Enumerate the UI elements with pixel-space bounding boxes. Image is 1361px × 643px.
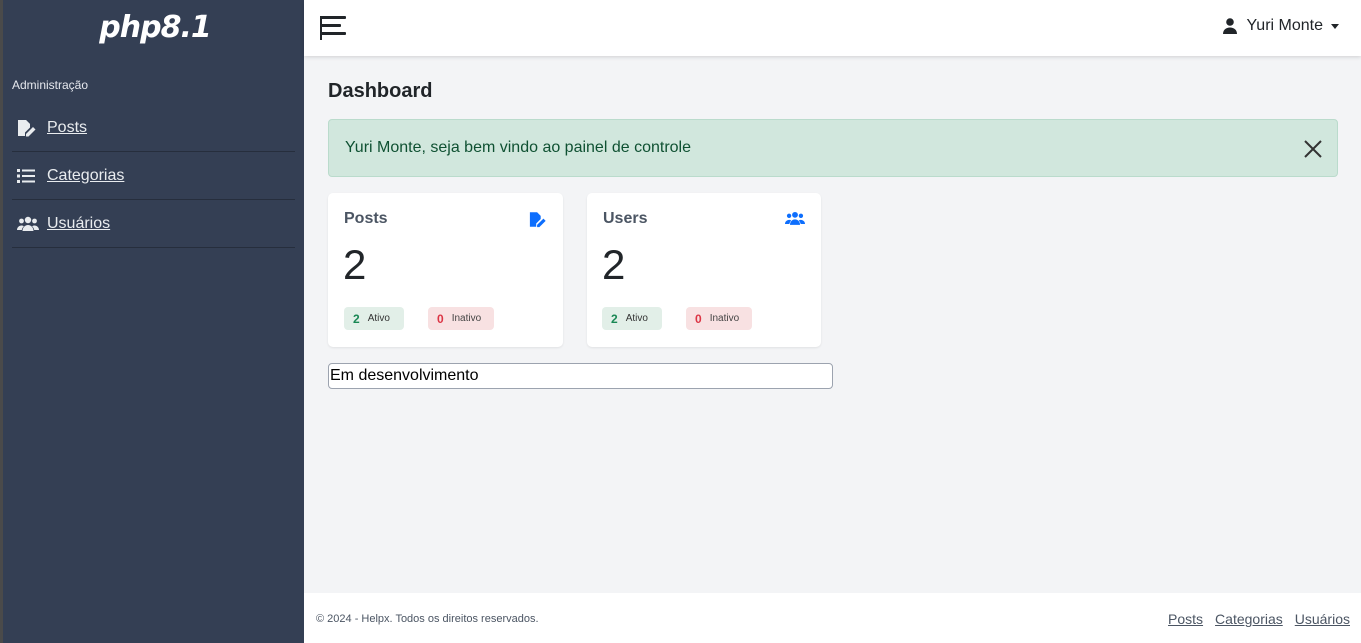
welcome-alert: Yuri Monte, seja bem vindo ao painel de … [328,119,1338,177]
sidebar-item-label: Usuários [47,214,111,232]
sidebar-item-label: Posts [47,118,88,136]
active-count: 2 [353,311,360,326]
sidebar-item-posts[interactable]: Posts [12,104,295,152]
sidebar-item-label: Categorias [47,166,125,184]
user-menu-dropdown[interactable]: Yuri Monte [1222,17,1339,35]
file-pen-icon [529,211,547,233]
close-icon[interactable] [1303,139,1323,159]
users-icon [785,211,805,231]
file-pen-icon [17,119,39,137]
page-title: Dashboard [328,80,433,102]
inactive-badge: 0 Inativo [428,307,494,330]
users-icon [17,215,39,233]
list-icon [17,167,39,185]
footer: © 2024 - Helpx. Todos os direitos reserv… [304,593,1361,643]
inactive-count: 0 [437,311,444,326]
active-label: Ativo [367,313,390,324]
inactive-badge: 0 Inativo [686,307,752,330]
card-title: Users [603,210,648,227]
sidebar-section-label: Administração [12,78,89,92]
sidebar-item-categorias[interactable]: Categorias [12,152,295,200]
copyright-text: © 2024 - Helpx. Todos os direitos reserv… [316,613,539,625]
card-count: 2 [602,241,626,288]
sidebar: php8.1 Administração Posts Categorias Us… [0,0,304,643]
inactive-label: Inativo [451,313,482,324]
user-icon [1222,18,1237,34]
user-name: Yuri Monte [1246,17,1323,34]
posts-stat-card: Posts 2 2 Ativo 0 Inativo [328,193,563,347]
inactive-count: 0 [695,311,702,326]
active-label: Ativo [625,313,648,324]
active-badge: 2 Ativo [602,307,662,330]
inactive-label: Inativo [709,313,740,324]
php-logo: php8.1 [99,10,211,45]
sidebar-nav: Posts Categorias Usuários [12,104,295,248]
footer-link-categorias[interactable]: Categorias [1215,611,1283,627]
card-title: Posts [344,210,388,227]
users-stat-card: Users 2 2 Ativo 0 Inativo [587,193,821,347]
chevron-down-icon [1331,23,1339,29]
card-count: 2 [343,241,367,288]
development-notice: Em desenvolvimento [328,363,833,389]
footer-link-usuarios[interactable]: Usuários [1295,611,1350,627]
footer-link-posts[interactable]: Posts [1168,611,1203,627]
active-badge: 2 Ativo [344,307,404,330]
hamburger-icon[interactable] [320,16,348,42]
active-count: 2 [611,311,618,326]
topbar: Yuri Monte [304,0,1361,56]
alert-message: Yuri Monte, seja bem vindo ao painel de … [345,139,691,156]
footer-links: Posts Categorias Usuários [1156,611,1350,627]
sidebar-item-usuarios[interactable]: Usuários [12,200,295,248]
